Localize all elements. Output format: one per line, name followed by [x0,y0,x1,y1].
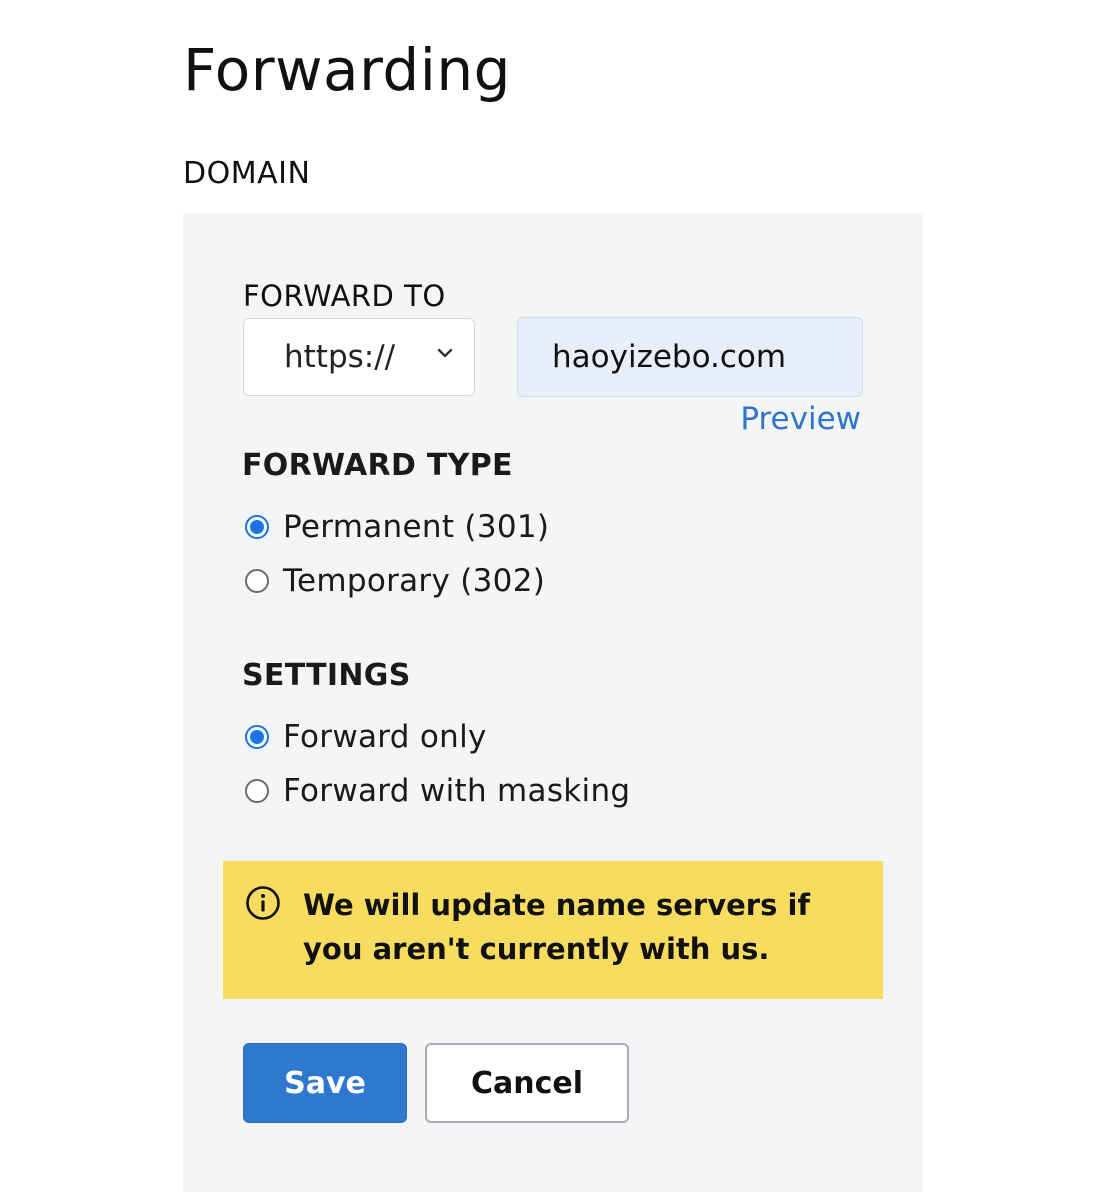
forward-to-label: FORWARD TO [243,279,446,313]
forward-url-value: haoyizebo.com [552,339,787,375]
name-server-notice: We will update name servers if you aren'… [223,861,883,999]
save-button[interactable]: Save [243,1043,407,1123]
page-title: Forwarding [183,36,511,104]
protocol-select-value: https:// [284,339,396,375]
notice-text: We will update name servers if you aren'… [303,888,811,966]
chevron-down-icon [437,348,453,358]
radio-temporary-302[interactable]: Temporary (302) [245,563,545,599]
radio-button[interactable] [245,779,269,803]
radio-button[interactable] [245,569,269,593]
radio-label: Permanent (301) [283,509,550,545]
protocol-select[interactable]: https:// [243,318,475,396]
radio-button-checked[interactable] [245,515,269,539]
radio-permanent-301[interactable]: Permanent (301) [245,509,549,545]
radio-label: Temporary (302) [283,563,546,599]
info-icon [246,886,280,920]
cancel-button[interactable]: Cancel [425,1043,629,1123]
section-label-domain: DOMAIN [183,156,311,191]
radio-label: Forward with masking [283,773,631,809]
settings-heading: SETTINGS [242,658,411,693]
radio-forward-with-masking[interactable]: Forward with masking [245,773,630,809]
forward-url-input[interactable]: haoyizebo.com [517,317,863,397]
radio-label: Forward only [283,719,487,755]
preview-link[interactable]: Preview [740,401,861,437]
radio-forward-only[interactable]: Forward only [245,719,487,755]
forward-type-heading: FORWARD TYPE [242,448,513,483]
radio-button-checked[interactable] [245,725,269,749]
